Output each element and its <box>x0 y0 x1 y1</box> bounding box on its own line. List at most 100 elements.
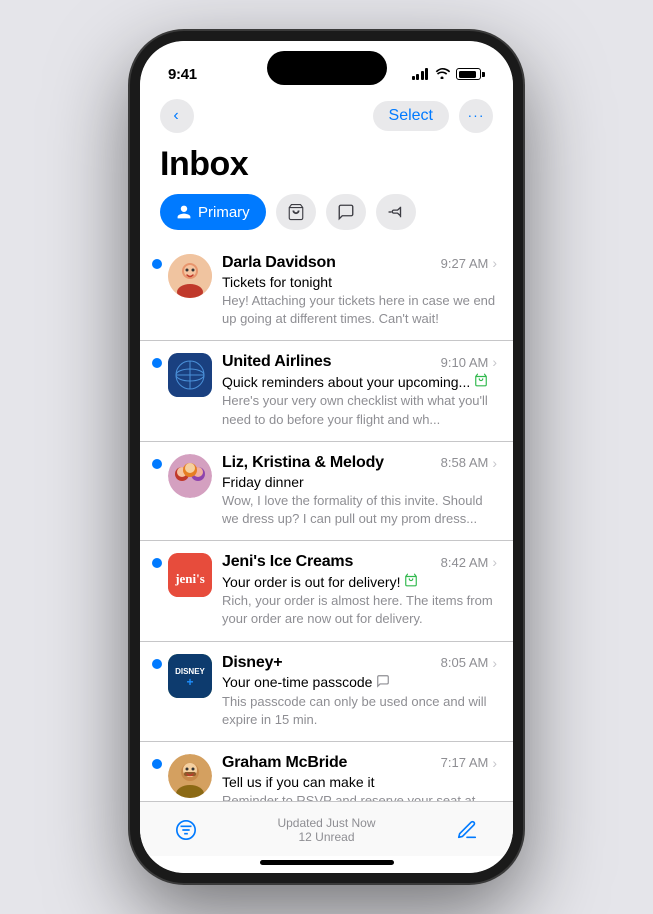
chevron-right-icon: › <box>492 755 497 771</box>
cart-badge-icon <box>474 373 488 387</box>
mail-time: 9:27 AM <box>441 256 489 271</box>
avatar <box>168 754 212 798</box>
nav-actions: Select ··· <box>373 99 493 133</box>
sender-name: United Airlines <box>222 353 331 371</box>
avatar-image <box>168 353 212 397</box>
mail-item[interactable]: DISNEY + Disney+ 8:05 AM › Your one-time… <box>140 642 513 742</box>
mail-preview: Wow, I love the formality of this invite… <box>222 492 497 528</box>
mail-list: Darla Davidson 9:27 AM › Tickets for ton… <box>140 242 513 801</box>
mail-meta: 8:42 AM › <box>441 554 497 570</box>
mail-content: Disney+ 8:05 AM › Your one-time passcode… <box>222 654 497 729</box>
back-button[interactable]: ‹ <box>160 99 194 133</box>
nav-bar: ‹ Select ··· <box>140 93 513 141</box>
avatar <box>168 353 212 397</box>
svg-text:jeni's: jeni's <box>174 571 205 586</box>
mail-header: United Airlines 9:10 AM › <box>222 353 497 371</box>
chevron-right-icon: › <box>492 655 497 671</box>
phone-frame: 9:41 <box>130 31 523 883</box>
select-button[interactable]: Select <box>373 101 449 131</box>
shopping-badge-icon <box>474 373 488 390</box>
cart-icon <box>287 203 305 221</box>
more-button[interactable]: ··· <box>459 99 493 133</box>
megaphone-icon <box>387 203 405 221</box>
avatar <box>168 454 212 498</box>
avatar <box>168 254 212 298</box>
mail-content: Jeni's Ice Creams 8:42 AM › Your order i… <box>222 553 497 628</box>
unread-count: 12 Unread <box>277 830 375 844</box>
mail-meta: 8:05 AM › <box>441 655 497 671</box>
dynamic-island <box>267 51 387 85</box>
message-badge-icon <box>376 674 390 691</box>
screen: 9:41 <box>140 41 513 873</box>
mail-time: 8:05 AM <box>441 655 489 670</box>
signal-bars-icon <box>412 68 429 80</box>
update-status: Updated Just Now <box>277 816 375 830</box>
svg-text:+: + <box>186 675 193 689</box>
compose-icon <box>456 819 478 841</box>
sender-name: Graham McBride <box>222 754 347 772</box>
mail-item[interactable]: United Airlines 9:10 AM › Quick reminder… <box>140 341 513 441</box>
mail-subject: Tell us if you can make it <box>222 774 497 790</box>
person-icon <box>176 204 192 220</box>
mail-header: Jeni's Ice Creams 8:42 AM › <box>222 553 497 571</box>
wifi-icon <box>434 67 450 82</box>
mail-subject: Your one-time passcode <box>222 674 497 691</box>
sender-name: Liz, Kristina & Melody <box>222 454 384 472</box>
bottom-toolbar: Updated Just Now 12 Unread <box>140 801 513 856</box>
mail-item[interactable]: Darla Davidson 9:27 AM › Tickets for ton… <box>140 242 513 341</box>
mail-time: 7:17 AM <box>441 755 489 770</box>
mail-meta: 9:27 AM › <box>441 255 497 271</box>
mail-subject: Tickets for tonight <box>222 274 497 290</box>
unread-indicator <box>152 259 162 269</box>
battery-icon <box>456 68 485 80</box>
mail-header: Liz, Kristina & Melody 8:58 AM › <box>222 454 497 472</box>
status-icons <box>412 67 486 82</box>
mail-preview: Hey! Attaching your tickets here in case… <box>222 292 497 328</box>
mail-preview: Reminder to RSVP and reserve your seat a… <box>222 792 497 801</box>
cart-badge-icon-2 <box>404 573 418 587</box>
mail-item[interactable]: jeni's Jeni's Ice Creams 8:42 AM › Your … <box>140 541 513 641</box>
unread-indicator <box>152 358 162 368</box>
avatar-image <box>168 754 212 798</box>
mail-item[interactable]: Liz, Kristina & Melody 8:58 AM › Friday … <box>140 442 513 541</box>
mail-subject: Your order is out for delivery! <box>222 573 497 590</box>
mail-time: 8:58 AM <box>441 455 489 470</box>
mail-meta: 7:17 AM › <box>441 755 497 771</box>
mail-header: Darla Davidson 9:27 AM › <box>222 254 497 272</box>
mail-header: Graham McBride 7:17 AM › <box>222 754 497 772</box>
mail-content: Darla Davidson 9:27 AM › Tickets for ton… <box>222 254 497 328</box>
chevron-right-icon: › <box>492 255 497 271</box>
avatar: jeni's <box>168 553 212 597</box>
shopping-badge-icon <box>404 573 418 590</box>
chevron-right-icon: › <box>492 554 497 570</box>
message-icon <box>376 674 390 688</box>
mail-preview: This passcode can only be used once and … <box>222 693 497 729</box>
compose-button[interactable] <box>449 812 485 848</box>
mail-preview: Rich, your order is almost here. The ite… <box>222 592 497 628</box>
tab-promotions[interactable] <box>376 194 416 230</box>
filter-button[interactable] <box>168 812 204 848</box>
page-title: Inbox <box>140 141 513 194</box>
tab-primary[interactable]: Primary <box>160 194 266 230</box>
mail-content: Graham McBride 7:17 AM › Tell us if you … <box>222 754 497 801</box>
chevron-left-icon: ‹ <box>173 107 178 125</box>
mail-meta: 8:58 AM › <box>441 455 497 471</box>
mail-item[interactable]: Graham McBride 7:17 AM › Tell us if you … <box>140 742 513 801</box>
unread-indicator <box>152 659 162 669</box>
tab-social[interactable] <box>326 194 366 230</box>
mail-meta: 9:10 AM › <box>441 354 497 370</box>
mail-time: 8:42 AM <box>441 555 489 570</box>
mail-content: Liz, Kristina & Melody 8:58 AM › Friday … <box>222 454 497 528</box>
ellipsis-icon: ··· <box>468 107 485 123</box>
avatar-image <box>168 254 212 298</box>
sender-name: Disney+ <box>222 654 282 672</box>
mail-preview: Here's your very own checklist with what… <box>222 392 497 428</box>
chevron-right-icon: › <box>492 455 497 471</box>
speech-bubble-icon <box>337 203 355 221</box>
category-tabs: Primary <box>140 194 513 242</box>
avatar: DISNEY + <box>168 654 212 698</box>
home-indicator <box>260 860 394 865</box>
unread-indicator <box>152 759 162 769</box>
mail-content: United Airlines 9:10 AM › Quick reminder… <box>222 353 497 428</box>
tab-shopping[interactable] <box>276 194 316 230</box>
